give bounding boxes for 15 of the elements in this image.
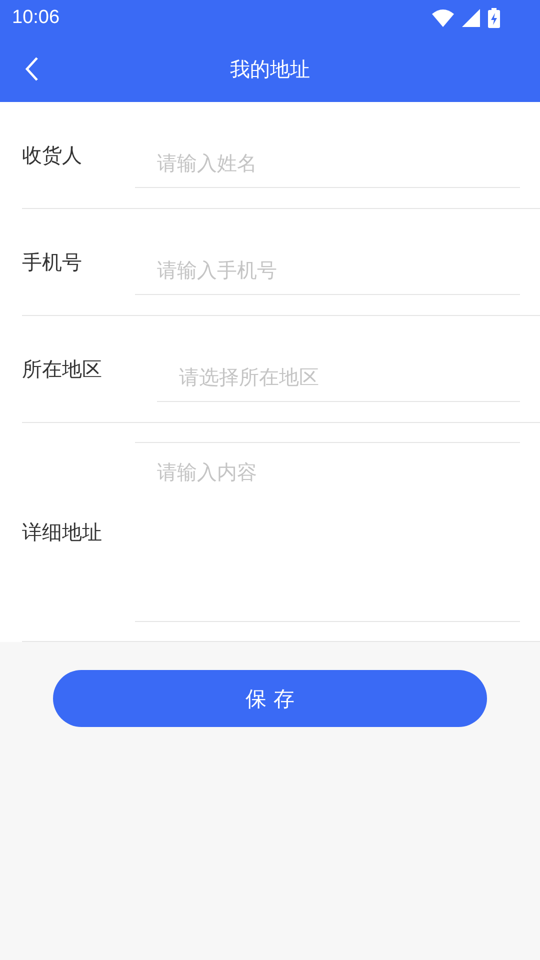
field-label: 详细地址 xyxy=(22,518,103,546)
status-time: 10:06 xyxy=(12,7,60,29)
battery-icon xyxy=(488,8,500,28)
region-picker[interactable]: 请选择所在地区 xyxy=(157,352,520,402)
input-field[interactable]: 请输入姓名 xyxy=(135,138,520,188)
wifi-icon xyxy=(432,9,454,27)
field-label: 收货人 xyxy=(22,142,83,168)
field-label: 手机号 xyxy=(22,248,83,276)
signal-icon xyxy=(462,9,480,27)
back-icon[interactable] xyxy=(25,56,39,82)
input-field[interactable]: 请输入手机号 xyxy=(135,246,520,294)
page-title: 我的地址 xyxy=(230,56,310,82)
address-textarea[interactable]: 请输入内容 xyxy=(135,442,520,622)
field-label: 所在地区 xyxy=(22,356,103,382)
save-button[interactable]: 保 存 xyxy=(53,670,487,727)
